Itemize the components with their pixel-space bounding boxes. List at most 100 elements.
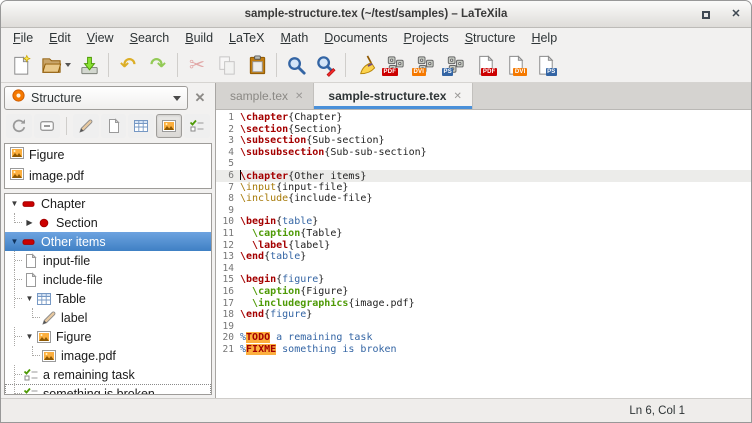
build-pdf-badge: PDF — [382, 68, 398, 76]
line-number: 10 — [216, 216, 234, 228]
refresh-button[interactable] — [6, 114, 32, 138]
code-editor[interactable]: 1\chapter{Chapter}2\section{Section}3\su… — [216, 110, 751, 398]
expander-open-icon[interactable]: ▼ — [23, 333, 36, 341]
tab-label: sample-structure.tex — [328, 89, 446, 103]
view-ps-badge: PS — [546, 68, 557, 76]
tree-line — [8, 365, 23, 384]
undo-button[interactable]: ↶ — [113, 51, 143, 79]
search-button[interactable] — [281, 51, 311, 79]
tree-item-something-is-broken[interactable]: something is broken — [5, 384, 211, 395]
expander-open-icon[interactable]: ▼ — [8, 238, 21, 246]
collapse-all-button[interactable] — [34, 114, 60, 138]
tree-item-chapter[interactable]: ▼Chapter — [5, 194, 211, 213]
tree-item-other-items[interactable]: ▼Other items — [5, 232, 211, 251]
tab-sample-structure-tex[interactable]: sample-structure.tex ✕ — [314, 83, 472, 109]
show-files-button[interactable] — [101, 114, 127, 138]
menu-bar: FileEditViewSearchBuildLaTeXMathDocument… — [1, 28, 751, 48]
tree-item-label[interactable]: label — [5, 308, 211, 327]
line-number: 5 — [216, 158, 234, 170]
show-figures-icon — [161, 118, 177, 134]
show-figures-button[interactable] — [156, 114, 182, 138]
tree-item-label: something is broken — [43, 387, 155, 396]
title-bar[interactable]: sample-structure.tex (~/test/samples) – … — [1, 1, 751, 28]
tab-label: sample.tex — [230, 89, 288, 103]
redo-button[interactable]: ↷ — [143, 51, 173, 79]
menu-view[interactable]: View — [79, 29, 122, 47]
line-number: 4 — [216, 147, 234, 159]
tree-item-figure[interactable]: ▼Figure — [5, 327, 211, 346]
new-document-button[interactable] — [6, 51, 36, 79]
tree-item-image-pdf[interactable]: image.pdf — [5, 346, 211, 365]
tree-item-label: label — [61, 311, 87, 325]
tree-item-label: Table — [56, 292, 86, 306]
panel-selector-value: Structure — [31, 91, 168, 105]
line-number: 11 — [216, 228, 234, 240]
view-pdf-button[interactable]: PDF — [470, 51, 500, 79]
menu-structure[interactable]: Structure — [457, 29, 524, 47]
code-line-19: 19 — [216, 321, 751, 333]
expander-closed-icon[interactable]: ▶ — [23, 219, 36, 227]
view-ps-button[interactable]: PS — [530, 51, 560, 79]
expander-open-icon[interactable]: ▼ — [23, 295, 36, 303]
menu-build[interactable]: Build — [177, 29, 221, 47]
view-dvi-button[interactable]: DVI — [500, 51, 530, 79]
tree-item-section[interactable]: ▶Section — [5, 213, 211, 232]
close-button[interactable]: ✕ — [729, 8, 743, 22]
line-number: 18 — [216, 309, 234, 321]
build-ps-button[interactable]: PS — [440, 51, 470, 79]
tree-item-include-file[interactable]: include-file — [5, 270, 211, 289]
menu-search[interactable]: Search — [122, 29, 178, 47]
search-replace-button[interactable] — [311, 51, 341, 79]
paste-button[interactable] — [242, 51, 272, 79]
cut-icon: ✂ — [189, 56, 205, 75]
refresh-icon — [11, 118, 27, 134]
build-dvi-button[interactable]: DVI — [410, 51, 440, 79]
tab-close-icon[interactable]: ✕ — [453, 91, 461, 102]
menu-help[interactable]: Help — [523, 29, 565, 47]
list-item-image-pdf[interactable]: image.pdf — [5, 165, 211, 186]
open-document-button[interactable] — [36, 51, 74, 79]
code-line-10: 10\begin{table} — [216, 216, 751, 228]
code-line-12: 12 \label{label} — [216, 240, 751, 252]
paste-icon — [246, 54, 269, 77]
tree-item-table[interactable]: ▼ Table — [5, 289, 211, 308]
tree-item-input-file[interactable]: input-file — [5, 251, 211, 270]
structure-tree: ▼Chapter▶Section▼Other itemsinput-filein… — [4, 193, 212, 395]
tree-line — [26, 308, 41, 327]
panel-close-button[interactable]: ✕ — [188, 86, 212, 110]
menu-math[interactable]: Math — [272, 29, 316, 47]
tab-sample-tex[interactable]: sample.tex ✕ — [216, 83, 314, 109]
menu-projects[interactable]: Projects — [396, 29, 457, 47]
maximize-button[interactable] — [699, 8, 713, 22]
menu-documents[interactable]: Documents — [316, 29, 395, 47]
label-icon — [41, 310, 57, 326]
show-labels-button[interactable] — [73, 114, 99, 138]
menu-file[interactable]: File — [5, 29, 41, 47]
tree-item-a-remaining-task[interactable]: a remaining task — [5, 365, 211, 384]
code-line-6: 6\chapter{Other items} — [216, 170, 751, 182]
code-line-8: 8\include{include-file} — [216, 193, 751, 205]
view-pdf-badge: PDF — [481, 68, 497, 76]
code-line-3: 3\subsection{Sub-section} — [216, 135, 751, 147]
tab-close-icon[interactable]: ✕ — [295, 91, 303, 102]
show-todos-button[interactable] — [184, 114, 210, 138]
line-number: 7 — [216, 182, 234, 194]
chapter-icon — [21, 234, 37, 250]
clean-button[interactable] — [350, 51, 380, 79]
chevron-down-icon — [173, 96, 181, 101]
build-dvi-badge: DVI — [412, 68, 426, 76]
panel-selector[interactable]: Structure — [4, 86, 188, 110]
expander-open-icon[interactable]: ▼ — [8, 200, 21, 208]
list-item-figure[interactable]: Figure — [5, 144, 211, 165]
list-item-label: Figure — [29, 148, 64, 162]
show-tables-button[interactable] — [128, 114, 154, 138]
menu-edit[interactable]: Edit — [41, 29, 79, 47]
save-button[interactable] — [74, 51, 104, 79]
image-icon — [9, 145, 25, 164]
build-pdf-button[interactable]: PDF — [380, 51, 410, 79]
search-replace-icon — [315, 54, 338, 77]
show-todos-icon — [189, 118, 205, 134]
undo-icon: ↶ — [120, 56, 136, 75]
menu-latex[interactable]: LaTeX — [221, 29, 272, 47]
code-line-4: 4\subsubsection{Sub-sub-section} — [216, 147, 751, 159]
